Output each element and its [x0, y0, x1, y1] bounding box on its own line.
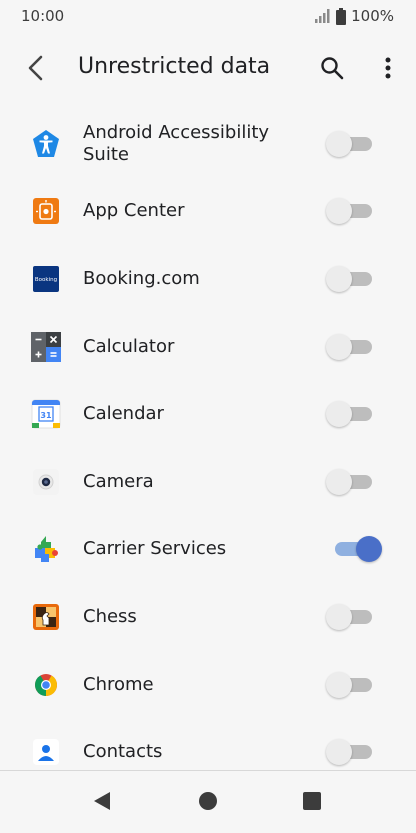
chrome-icon [31, 670, 61, 700]
toggle-thumb [326, 333, 352, 360]
more-vert-icon [385, 57, 391, 79]
app-label: Calendar [83, 403, 164, 425]
accessibility-icon [31, 129, 61, 159]
battery-percentage: 100% [351, 7, 394, 25]
data-toggle[interactable] [326, 401, 372, 428]
toggle-thumb [326, 468, 352, 495]
app-list: Android Accessibility Suite App Center B… [0, 110, 416, 770]
app-row-calendar[interactable]: 31 Calendar [0, 380, 416, 448]
status-bar: 10:00 100% [0, 0, 416, 34]
app-label: Camera [83, 470, 154, 492]
camera-icon [31, 467, 61, 497]
contacts-icon [31, 737, 61, 767]
toggle-thumb [356, 536, 382, 563]
toggle-thumb [326, 265, 352, 292]
booking-icon: Booking [31, 264, 61, 294]
carrier-services-icon [31, 534, 61, 564]
chess-icon [31, 602, 61, 632]
app-label: App Center [83, 200, 185, 222]
data-toggle[interactable] [326, 536, 382, 563]
app-row-chess[interactable]: Chess [0, 583, 416, 651]
booking-icon-text: Booking [35, 277, 57, 283]
calculator-icon [31, 331, 61, 362]
calendar-icon: 31 [31, 399, 61, 429]
search-icon [321, 57, 344, 80]
app-label: Chess [83, 605, 137, 627]
app-row-chrome[interactable]: Chrome [0, 651, 416, 719]
page-title: Unrestricted data [78, 54, 271, 79]
nav-recents-icon [303, 792, 321, 810]
data-toggle[interactable] [326, 603, 372, 630]
toggle-thumb [326, 739, 352, 766]
app-row-carrier-services[interactable]: Carrier Services [0, 516, 416, 584]
more-options-button[interactable] [372, 52, 404, 84]
app-row-contacts[interactable]: Contacts [0, 718, 416, 770]
calendar-icon-text: 31 [40, 411, 52, 420]
app-row-camera[interactable]: Camera [0, 448, 416, 516]
app-label: Chrome [83, 673, 154, 695]
data-toggle[interactable] [326, 130, 372, 157]
back-arrow-icon [28, 55, 43, 81]
app-bar: Unrestricted data [0, 34, 416, 102]
data-toggle[interactable] [326, 468, 372, 495]
signal-icon [315, 9, 331, 23]
app-center-icon [31, 196, 61, 226]
status-time: 10:00 [21, 7, 65, 25]
data-toggle[interactable] [326, 198, 372, 225]
toggle-thumb [326, 603, 352, 630]
app-row-booking[interactable]: Booking Booking.com [0, 245, 416, 313]
app-row-android-accessibility-suite[interactable]: Android Accessibility Suite [0, 110, 416, 178]
nav-home-button[interactable] [196, 789, 220, 813]
nav-back-icon [94, 792, 110, 810]
status-icons: 100% [315, 7, 394, 25]
toggle-thumb [326, 671, 352, 698]
toggle-thumb [326, 130, 352, 157]
nav-home-icon [199, 792, 217, 810]
data-toggle[interactable] [326, 265, 372, 292]
app-row-calculator[interactable]: Calculator [0, 313, 416, 381]
toggle-thumb [326, 198, 352, 225]
nav-back-button[interactable] [90, 789, 114, 813]
app-label: Carrier Services [83, 538, 227, 560]
app-row-app-center[interactable]: App Center [0, 178, 416, 246]
search-button[interactable] [316, 52, 348, 84]
data-toggle[interactable] [326, 739, 372, 766]
back-button[interactable] [20, 52, 52, 84]
app-label: Android Accessibility Suite [83, 121, 270, 165]
battery-icon [336, 7, 347, 25]
nav-recents-button[interactable] [300, 789, 324, 813]
app-label: Booking.com [83, 267, 200, 289]
app-label: Calculator [83, 335, 175, 357]
data-toggle[interactable] [326, 333, 372, 360]
navigation-bar [0, 770, 416, 833]
app-label: Contacts [83, 741, 163, 763]
toggle-thumb [326, 401, 352, 428]
data-toggle[interactable] [326, 671, 372, 698]
